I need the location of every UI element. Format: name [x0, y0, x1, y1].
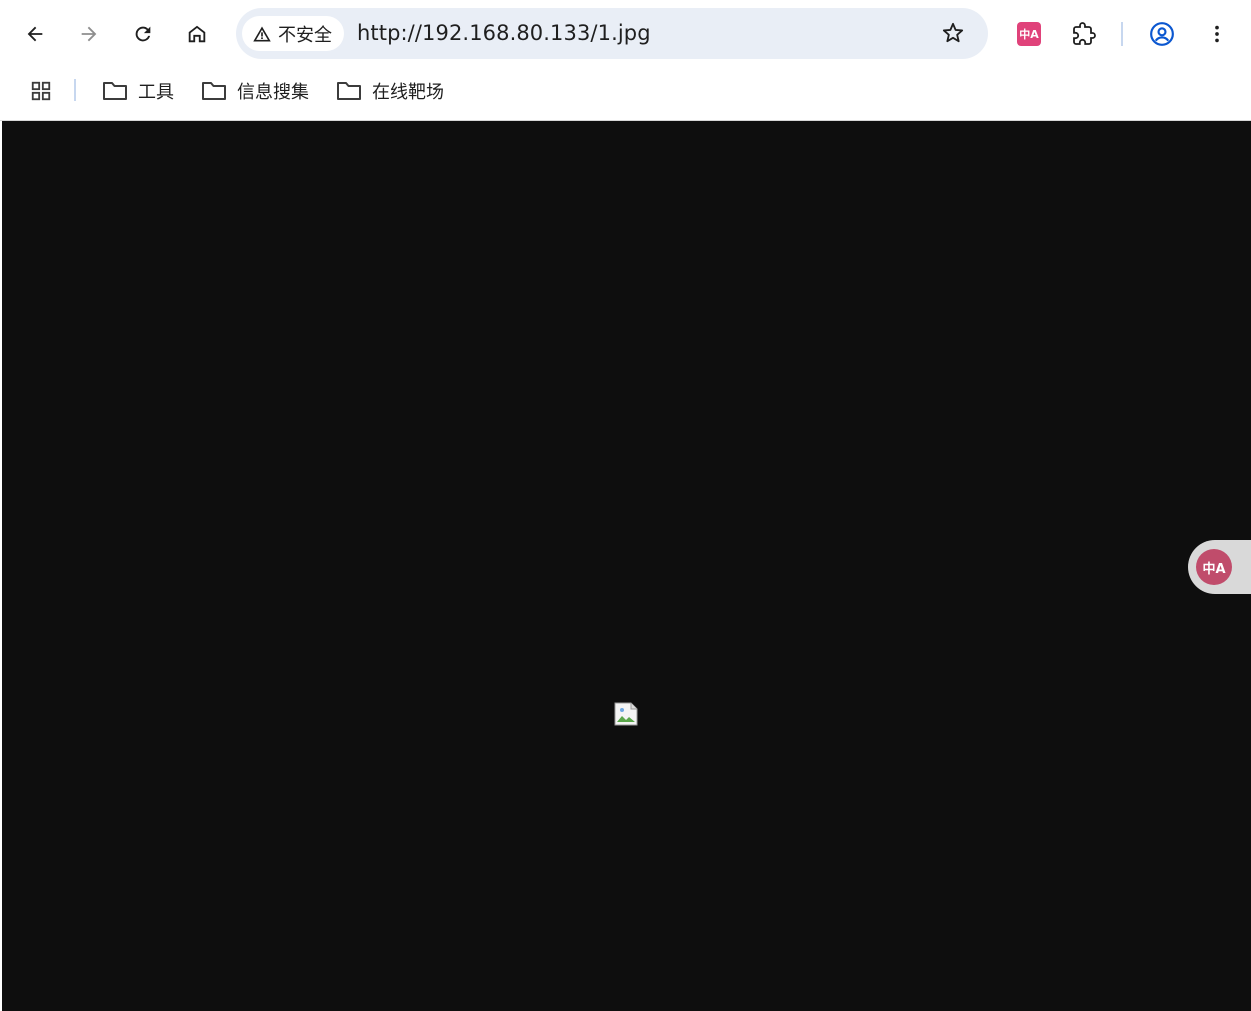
- address-bar[interactable]: 不安全 http://192.168.80.133/1.jpg: [236, 8, 988, 59]
- folder-icon: [337, 82, 361, 100]
- apps-button[interactable]: [24, 74, 58, 108]
- arrow-left-icon: [27, 26, 43, 42]
- bookmark-folder-online-range[interactable]: 在线靶场: [332, 74, 448, 108]
- broken-image-icon: [614, 702, 638, 726]
- translate-extension-icon: 中A: [1017, 22, 1041, 46]
- folder-icon: [202, 82, 226, 100]
- bookmark-folder-tools[interactable]: 工具: [98, 74, 178, 108]
- star-icon: [942, 22, 964, 43]
- forward-button[interactable]: [69, 14, 109, 54]
- bookmark-label: 在线靶场: [372, 82, 444, 103]
- reload-button[interactable]: [123, 14, 163, 54]
- more-vert-icon: [1215, 25, 1219, 43]
- browser-window: 不安全 http://192.168.80.133/1.jpg 中A 工具 信息…: [0, 0, 1251, 1011]
- apps-grid-icon: [31, 81, 51, 101]
- bookmark-folder-info-gathering[interactable]: 信息搜集: [197, 74, 313, 108]
- puzzle-icon: [1073, 22, 1096, 45]
- url-text[interactable]: http://192.168.80.133/1.jpg: [357, 21, 651, 45]
- home-button[interactable]: [177, 14, 217, 54]
- bookmarks-bar: 工具 信息搜集 在线靶场: [0, 68, 1251, 121]
- page-viewport: 中A: [2, 121, 1251, 1011]
- arrow-right-icon: [81, 26, 97, 42]
- home-icon: [188, 25, 206, 43]
- profile-button[interactable]: [1143, 15, 1181, 53]
- warning-triangle-icon: [253, 26, 271, 41]
- security-indicator[interactable]: 不安全: [242, 16, 344, 51]
- browser-menu-button[interactable]: [1198, 15, 1236, 53]
- security-label: 不安全: [278, 24, 332, 46]
- floating-translate-button[interactable]: 中A: [1188, 540, 1251, 594]
- translate-extension-button[interactable]: 中A: [1012, 17, 1046, 51]
- bookmarks-separator: [74, 79, 76, 101]
- translate-icon: 中A: [1196, 549, 1232, 585]
- bookmark-star-button[interactable]: [934, 14, 972, 52]
- back-button[interactable]: [15, 14, 55, 54]
- folder-icon: [103, 82, 127, 100]
- toolbar-divider: [1121, 22, 1123, 46]
- reload-icon: [135, 26, 151, 42]
- bookmark-label: 工具: [138, 82, 174, 103]
- profile-icon: [1150, 22, 1174, 46]
- browser-toolbar: 不安全 http://192.168.80.133/1.jpg 中A: [0, 0, 1251, 68]
- extensions-button[interactable]: [1065, 15, 1103, 53]
- bookmark-label: 信息搜集: [237, 82, 309, 103]
